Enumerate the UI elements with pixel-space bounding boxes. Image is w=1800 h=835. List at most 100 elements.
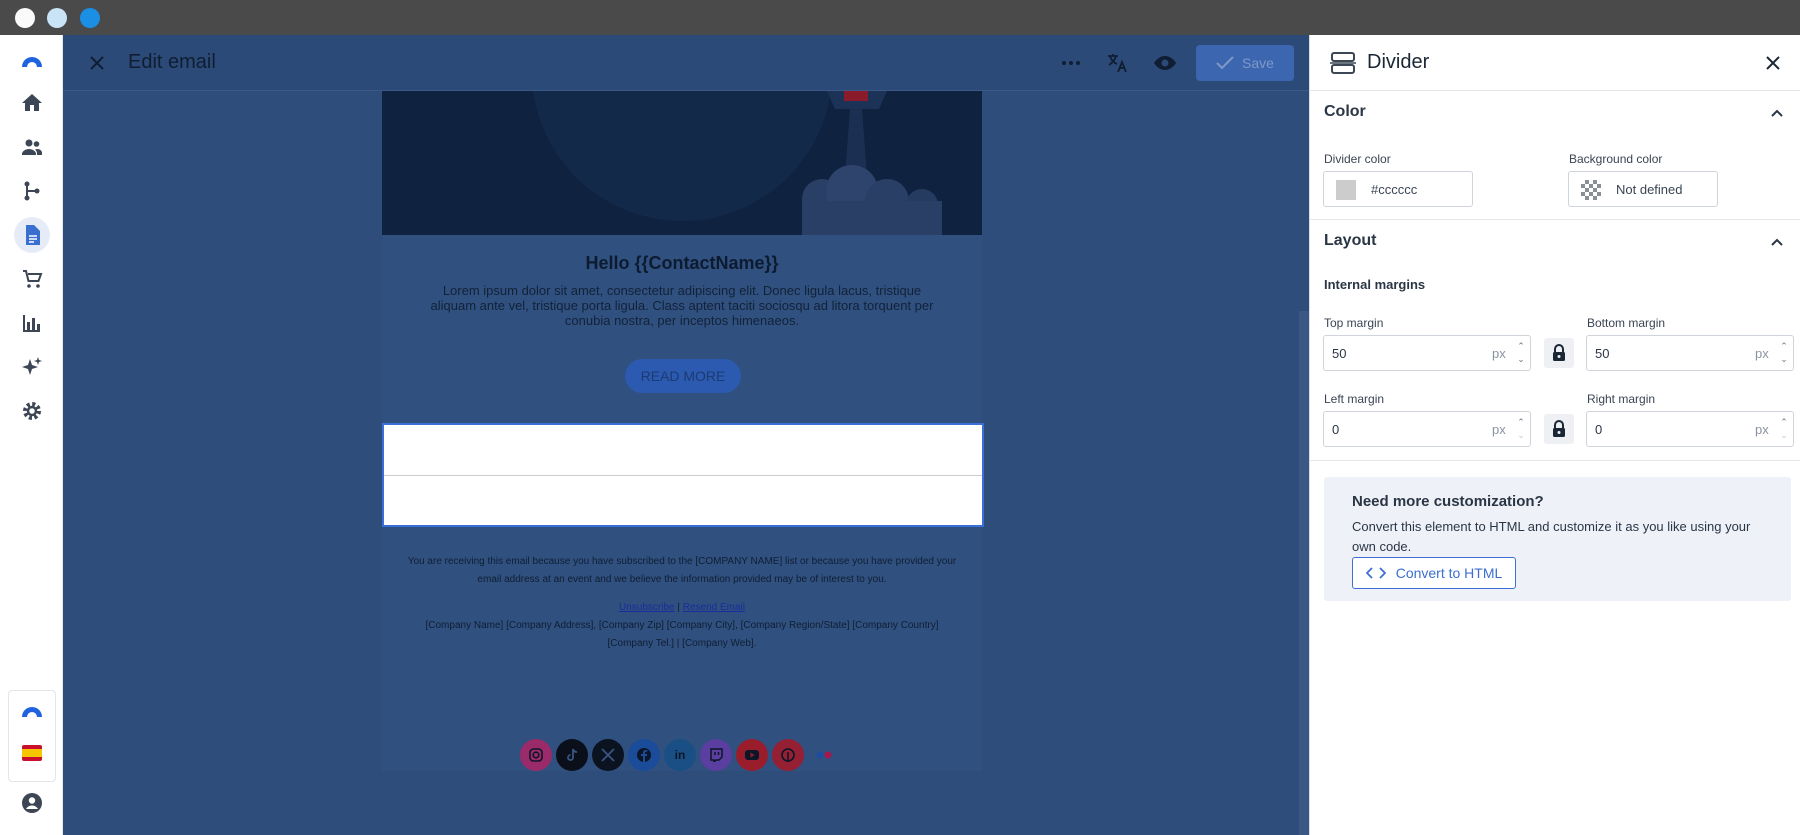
translate-icon[interactable] [1103, 49, 1131, 77]
bottom-margin-input[interactable]: 50 px ⌃ ⌄ [1586, 335, 1794, 371]
chart-icon[interactable] [14, 305, 50, 341]
bottom-margin-unit: px [1755, 346, 1769, 361]
layout-section-title: Layout [1324, 232, 1377, 249]
left-margin-unit: px [1492, 422, 1506, 437]
left-navigation [0, 35, 63, 835]
window-maximize-button[interactable] [80, 8, 100, 28]
window-minimize-button[interactable] [47, 8, 67, 28]
flickr-icon[interactable] [808, 739, 840, 771]
left-margin-value: 0 [1332, 422, 1340, 437]
sparkle-icon[interactable] [14, 349, 50, 385]
divider-color-swatch [1336, 180, 1356, 200]
divider-color-label: Divider color [1324, 152, 1391, 166]
social-icons: in [520, 739, 840, 771]
footer-text: You are receiving this email because you… [407, 556, 957, 585]
email-greeting: Hello {{ContactName}} [585, 253, 779, 273]
bottom-margin-stepper[interactable]: ⌃ ⌄ [1777, 340, 1791, 368]
save-button[interactable]: Save [1196, 45, 1294, 81]
close-panel-icon[interactable] [1765, 55, 1781, 71]
company-address: [Company Name] [Company Address], [Compa… [425, 620, 939, 649]
chevron-up-icon [1771, 238, 1783, 246]
left-margin-stepper[interactable]: ⌃ ⌄ [1514, 416, 1528, 444]
customization-title: Need more customization? [1352, 493, 1544, 510]
more-options-icon[interactable] [1057, 49, 1085, 77]
lock-icon[interactable] [1544, 414, 1574, 444]
top-margin-value: 50 [1332, 346, 1347, 361]
background-color-picker[interactable]: Not defined [1568, 171, 1718, 207]
window-titlebar [0, 0, 1800, 35]
link-separator: | [677, 602, 680, 613]
email-body-text: Lorem ipsum dolor sit amet, consectetur … [430, 283, 934, 328]
bottom-margin-label: Bottom margin [1587, 316, 1666, 330]
color-section-title: Color [1324, 103, 1366, 120]
top-margin-label: Top margin [1324, 316, 1384, 330]
close-icon[interactable] [83, 49, 111, 77]
bottom-margin-value: 50 [1595, 346, 1610, 361]
chevron-up-icon [1771, 109, 1783, 117]
divider-icon [1330, 51, 1356, 80]
tiktok-icon[interactable] [556, 739, 588, 771]
email-editor: Edit email Save Hello {{ContactName}} Lo… [63, 35, 1309, 835]
twitch-icon[interactable] [700, 739, 732, 771]
left-margin-input[interactable]: 0 px ⌃ ⌄ [1323, 411, 1531, 447]
top-margin-stepper[interactable]: ⌃ ⌄ [1514, 340, 1528, 368]
settings-icon[interactable] [14, 393, 50, 429]
code-icon [1365, 567, 1386, 579]
unsubscribe-link[interactable]: Unsubscribe [619, 602, 675, 613]
x-icon[interactable] [592, 739, 624, 771]
color-section-header[interactable]: Color [1310, 91, 1800, 135]
divider-color-picker[interactable]: #cccccc [1323, 171, 1473, 207]
right-margin-input[interactable]: 0 px ⌃ ⌄ [1586, 411, 1794, 447]
customization-card: Need more customization? Convert this el… [1324, 477, 1791, 601]
background-color-value: Not defined [1616, 182, 1683, 197]
right-margin-label: Right margin [1587, 392, 1656, 406]
lock-icon[interactable] [1544, 338, 1574, 368]
editor-scrollbar[interactable] [1299, 311, 1309, 835]
linkedin-icon[interactable]: in [664, 739, 696, 771]
facebook-icon[interactable] [628, 739, 660, 771]
panel-header: Divider [1310, 35, 1800, 91]
customization-text: Convert this element to HTML and customi… [1352, 519, 1751, 554]
transparent-swatch-icon [1581, 180, 1601, 200]
logo-icon[interactable] [14, 695, 50, 731]
divider-settings-panel: Divider Color Divider color #cccccc Back… [1309, 35, 1800, 835]
divider-color-value: #cccccc [1371, 182, 1418, 197]
checkmark-icon [1216, 56, 1234, 70]
editor-toolbar: Edit email Save [63, 35, 1309, 91]
convert-to-html-button[interactable]: Convert to HTML [1352, 557, 1516, 589]
spain-flag-icon[interactable] [14, 735, 50, 771]
internal-margins-heading: Internal margins [1324, 277, 1426, 292]
email-canvas: Hello {{ContactName}} Lorem ipsum dolor … [382, 91, 984, 771]
divider-line [384, 475, 982, 476]
account-icon[interactable] [14, 785, 50, 821]
window-close-button[interactable] [15, 8, 35, 28]
footer-links: Unsubscribe | Resend Email [402, 599, 962, 617]
save-label: Save [1242, 55, 1274, 71]
panel-title: Divider [1367, 51, 1430, 73]
hero-image [382, 91, 982, 235]
left-margin-label: Left margin [1324, 392, 1385, 406]
right-margin-value: 0 [1595, 422, 1603, 437]
email-footer: You are receiving this email because you… [402, 553, 962, 653]
top-margin-unit: px [1492, 346, 1506, 361]
section-separator [1310, 460, 1800, 461]
instagram-icon[interactable] [520, 739, 552, 771]
convert-to-html-label: Convert to HTML [1395, 565, 1503, 581]
background-color-label: Background color [1569, 152, 1663, 166]
right-margin-stepper[interactable]: ⌃ ⌄ [1777, 416, 1791, 444]
top-margin-input[interactable]: 50 px ⌃ ⌄ [1323, 335, 1531, 371]
read-more-button[interactable]: READ MORE [625, 359, 741, 393]
resend-email-link[interactable]: Resend Email [683, 602, 745, 613]
editor-title: Edit email [128, 51, 216, 73]
cart-icon[interactable] [14, 261, 50, 297]
youtube-icon[interactable] [736, 739, 768, 771]
logo-icon[interactable] [14, 45, 50, 81]
selected-divider-block[interactable] [382, 423, 984, 527]
pinterest-icon[interactable] [772, 739, 804, 771]
layout-section-header[interactable]: Layout [1310, 220, 1800, 264]
contacts-icon[interactable] [14, 129, 50, 165]
home-icon[interactable] [14, 85, 50, 121]
document-icon[interactable] [14, 217, 50, 253]
preview-eye-icon[interactable] [1151, 49, 1179, 77]
automation-icon[interactable] [14, 173, 50, 209]
